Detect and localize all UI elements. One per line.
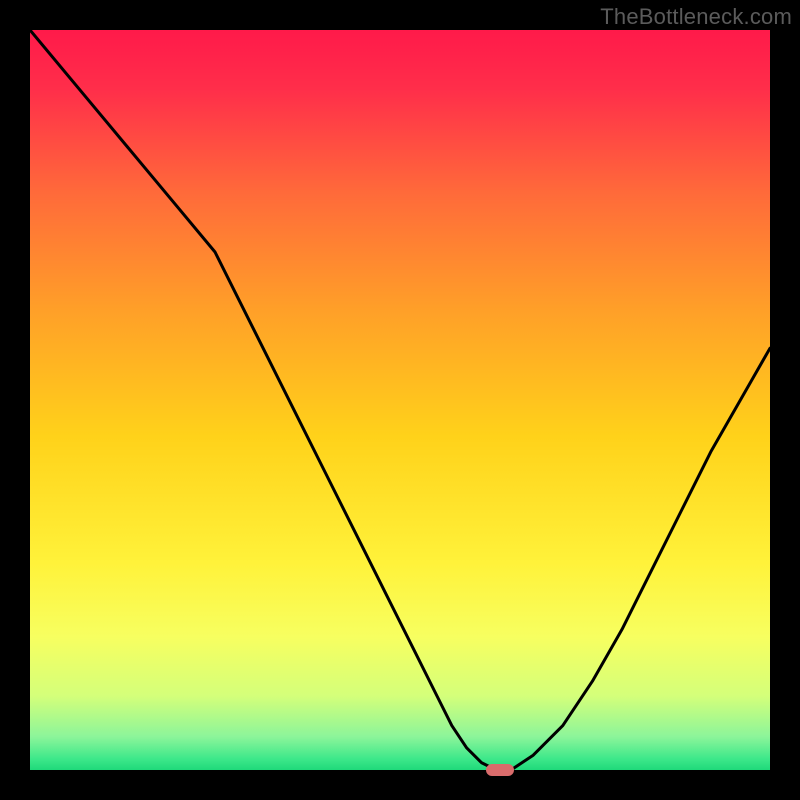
chart-frame: TheBottleneck.com	[0, 0, 800, 800]
watermark-label: TheBottleneck.com	[600, 4, 792, 30]
plot-area	[30, 30, 770, 770]
gradient-background	[30, 30, 770, 770]
bottleneck-chart-svg	[30, 30, 770, 770]
